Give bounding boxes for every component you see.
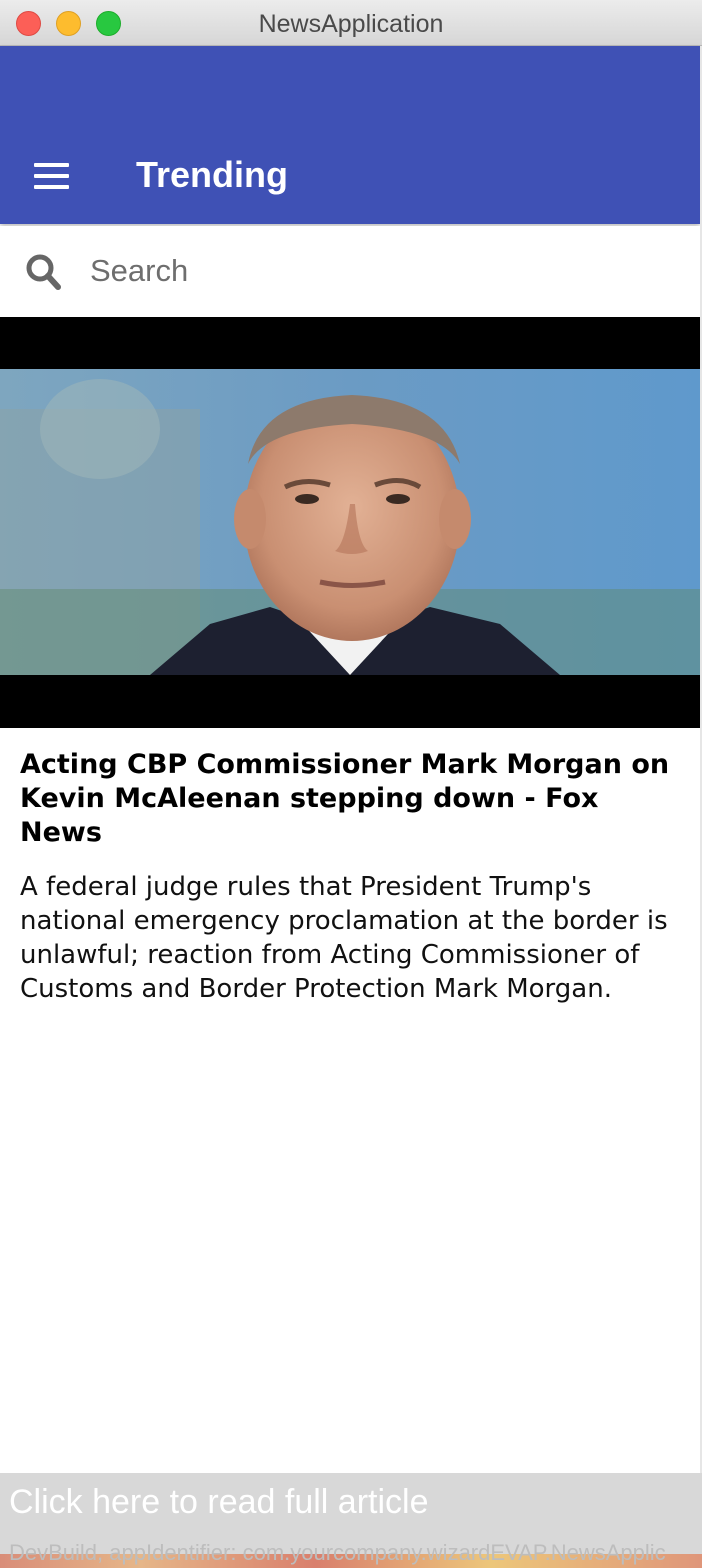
app-bar: Trending: [0, 46, 700, 224]
read-full-article-label: Click here to read full article: [9, 1483, 429, 1521]
page-title: Trending: [136, 154, 288, 195]
article-image[interactable]: [0, 317, 700, 728]
article-title[interactable]: Acting CBP Commissioner Mark Morgan on K…: [20, 748, 682, 850]
dev-build-label: DevBuild, appIdentifier: com.yourcompany…: [9, 1540, 666, 1565]
search-input[interactable]: [90, 248, 670, 294]
search-bar: [0, 226, 700, 316]
dev-build-strip: DevBuild, appIdentifier: com.yourcompany…: [0, 1536, 702, 1568]
search-icon[interactable]: [24, 252, 64, 292]
article-photo: [0, 369, 700, 675]
window-titlebar: NewsApplication: [0, 0, 702, 46]
app-window: NewsApplication Trending Search Acting C…: [0, 0, 702, 1568]
window-title: NewsApplication: [258, 10, 444, 38]
menu-button[interactable]: [24, 154, 80, 198]
article-description: A federal judge rules that President Tru…: [20, 872, 668, 1004]
